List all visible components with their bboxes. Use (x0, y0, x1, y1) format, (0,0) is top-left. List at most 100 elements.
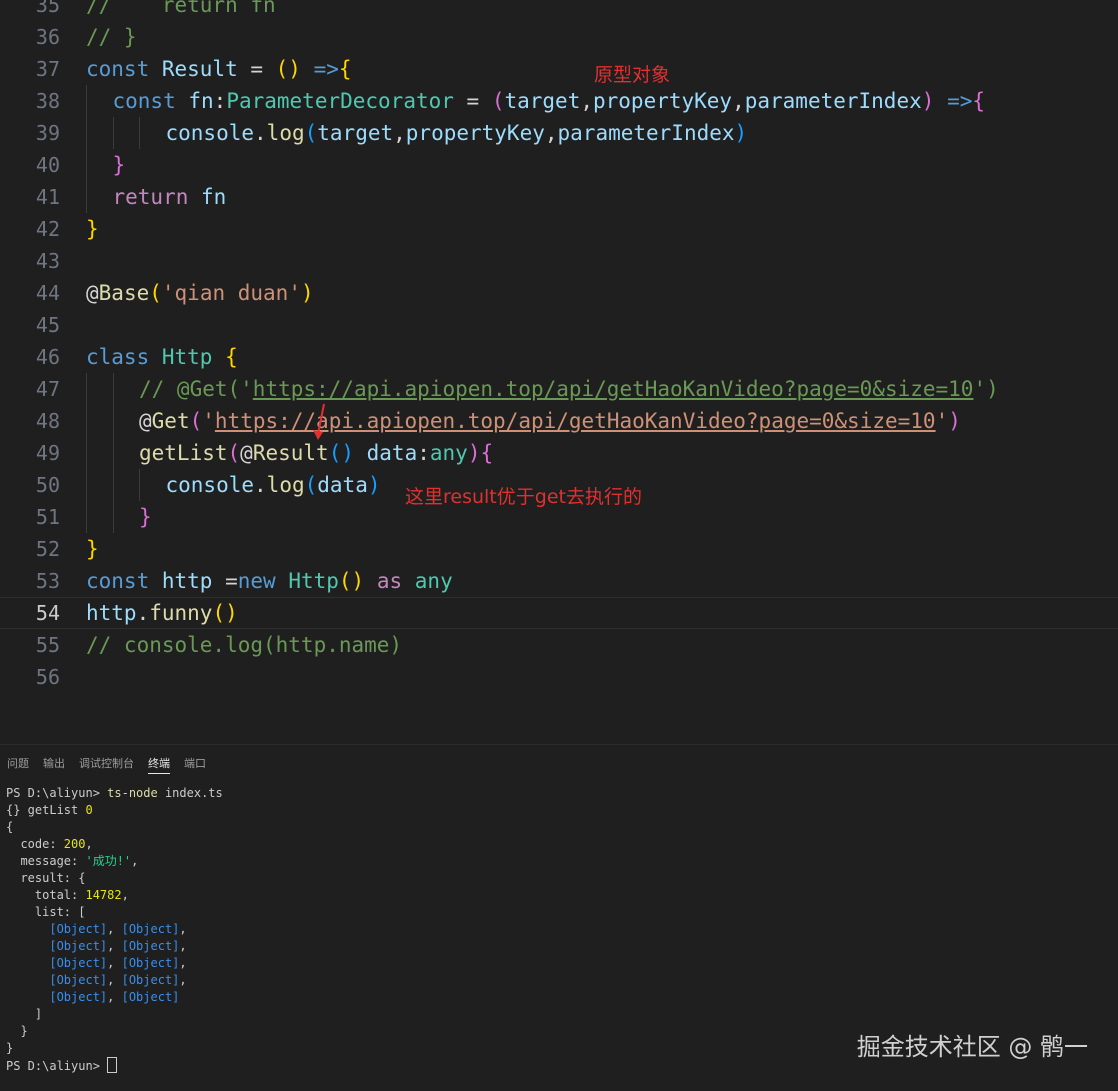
terminal-line: [Object], [Object], (6, 938, 1106, 955)
code-line[interactable]: 47 // @Get('https://api.apiopen.top/api/g… (0, 373, 1118, 405)
terminal-text: [Object] (49, 922, 108, 936)
code-line[interactable]: 40} (0, 149, 1118, 181)
indent-guide (86, 501, 87, 533)
code-line[interactable]: 55 // console.log(http.name) (0, 629, 1118, 661)
code-token: . (254, 121, 267, 145)
code-text: getList(@Result() data:any){ (139, 441, 493, 465)
terminal-text: , (179, 973, 187, 987)
panel-tab[interactable]: 终端 (148, 753, 170, 774)
code-line[interactable]: 45 (0, 309, 1118, 341)
code-token: Http (288, 569, 339, 593)
terminal-text: code: (6, 837, 64, 851)
line-number: 41 (35, 185, 60, 209)
code-line[interactable]: 43 (0, 245, 1118, 277)
line-number: 45 (35, 313, 60, 337)
code-token: parameterIndex (744, 89, 922, 113)
code-token: ' (202, 409, 215, 433)
code-line[interactable]: 56 (0, 661, 1118, 693)
code-token: ) (467, 441, 481, 465)
code-token: ( (189, 409, 203, 433)
code-token: } (86, 217, 99, 241)
code-token: } (139, 505, 152, 529)
code-token: 'qian duan' (161, 281, 301, 305)
code-line[interactable]: 37 const Result = () =>{ (0, 53, 1118, 85)
terminal-text: [Object] (121, 990, 180, 1004)
code-token: { (972, 89, 986, 113)
panel-tab[interactable]: 问题 (7, 753, 29, 773)
code-line[interactable]: 41 return fn (0, 181, 1118, 213)
code-line[interactable]: 54 http.funny() (0, 597, 1118, 629)
code-token: ) (367, 473, 381, 497)
code-line[interactable]: 48 @Get('https://api.apiopen.top/api/getH… (0, 405, 1118, 437)
terminal-cursor[interactable] (107, 1057, 118, 1073)
code-token: () (275, 57, 301, 81)
code-token: ( (304, 473, 318, 497)
code-text: http.funny() (86, 601, 238, 625)
terminal-line: {} getList 0 (6, 802, 1106, 819)
code-token: @ (139, 409, 152, 433)
line-number: 51 (35, 505, 60, 529)
code-token: ) (921, 89, 935, 113)
panel-tab[interactable]: 端口 (184, 753, 206, 773)
code-token: fn (201, 185, 227, 209)
indent-guide (112, 117, 114, 149)
terminal-text: 14782 (85, 888, 122, 902)
watermark: 掘金技术社区 @ 鹘一 (856, 1033, 1088, 1061)
terminal-text: '成功!' (85, 854, 132, 868)
terminal-text: [Object] (49, 990, 108, 1004)
terminal-text: , (107, 973, 122, 987)
code-token: : (213, 89, 227, 113)
code-token: ( (304, 121, 318, 145)
indent-guide (86, 373, 87, 405)
code-token: http (161, 569, 213, 593)
terminal-text: 200 (63, 837, 86, 851)
panel-tab[interactable]: 输出 (43, 753, 65, 773)
code-token: // } (86, 25, 137, 49)
line-number: 43 (35, 249, 60, 273)
terminal-line: [Object], [Object] (6, 989, 1106, 1006)
terminal-text: ] (6, 1007, 43, 1021)
terminal-text: , (107, 990, 122, 1004)
terminal-text: [Object] (49, 956, 108, 970)
terminal-line: [Object], [Object], (6, 972, 1106, 989)
panel-tab[interactable]: 调试控制台 (79, 753, 134, 773)
code-line[interactable]: 53 const http =new Http() as any (0, 565, 1118, 597)
code-line[interactable]: 42} (0, 213, 1118, 245)
code-token: parameterIndex (557, 121, 735, 145)
code-token: console (165, 473, 255, 497)
code-line[interactable]: 46 class Http { (0, 341, 1118, 373)
annotation-prototype: 原型对象 (594, 64, 671, 86)
code-line[interactable]: 35 // return fn (0, 0, 1118, 21)
terminal-text: [Object] (49, 973, 108, 987)
code-text: // } (86, 25, 137, 49)
code-line[interactable]: 44 @Base('qian duan') (0, 277, 1118, 309)
code-line[interactable]: 52} (0, 533, 1118, 565)
code-token: log (266, 121, 305, 145)
code-token: () (338, 569, 365, 593)
code-text: // console.log(http.name) (86, 633, 402, 657)
code-line[interactable]: 39 console.log(target,propertyKey,paramet… (0, 117, 1118, 149)
code-token: { (225, 345, 238, 369)
code-line[interactable]: 38 const fn:ParameterDecorator = (target,… (0, 85, 1118, 117)
code-token: = (212, 569, 238, 593)
terminal-text: , (179, 956, 187, 970)
code-token: { (480, 441, 494, 465)
code-token: any (414, 569, 453, 593)
code-token: const (112, 89, 189, 113)
terminal-text: 0 (85, 803, 93, 817)
line-number: 50 (35, 473, 60, 497)
code-line[interactable]: 49 getList(@Result() data:any){ (0, 437, 1118, 469)
line-number: 42 (35, 217, 60, 241)
code-editor[interactable]: 35 // return fn 36 // } 37 const Result = () … (0, 0, 1118, 744)
red-arrow-icon (313, 403, 325, 440)
indent-guide (112, 469, 114, 501)
code-line[interactable]: 36 // } (0, 21, 1118, 53)
code-text: // return fn (86, 0, 276, 17)
code-token: = (453, 89, 492, 113)
code-text: console.log(data) (166, 473, 381, 497)
terminal-text: , (85, 837, 93, 851)
annotation-result-order: 这里result优于get去执行的 (405, 486, 642, 508)
